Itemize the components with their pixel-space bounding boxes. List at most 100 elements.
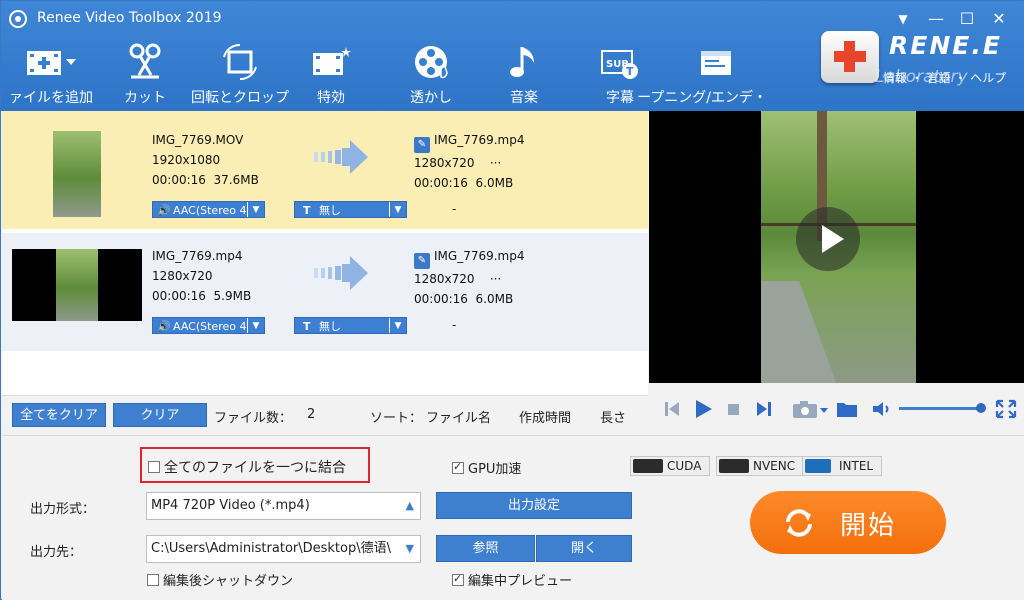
toolbar-add-file[interactable]: ァイルを追加 bbox=[1, 43, 101, 107]
close-button[interactable]: ✕ bbox=[985, 7, 1013, 31]
output-settings-button[interactable]: 出力設定 bbox=[436, 492, 632, 519]
refresh-icon bbox=[786, 509, 812, 537]
nvidia-icon bbox=[633, 459, 663, 473]
cuda-badge: CUDA bbox=[630, 456, 711, 476]
toolbar-watermark-label: 透かし bbox=[410, 90, 452, 106]
text-t-icon: T bbox=[303, 204, 311, 217]
volume-icon[interactable] bbox=[871, 399, 893, 419]
convert-arrow-icon bbox=[314, 256, 368, 290]
sort-by-name[interactable]: ファイル名 bbox=[426, 407, 491, 426]
fullscreen-icon[interactable] bbox=[995, 399, 1017, 419]
edit-output-icon[interactable]: ✎ bbox=[414, 137, 430, 153]
clear-button[interactable]: クリア bbox=[113, 403, 207, 427]
window-title: Renee Video Toolbox 2019 bbox=[37, 10, 222, 26]
extra-value: - bbox=[452, 202, 457, 216]
effects-film-icon bbox=[313, 47, 351, 75]
start-button[interactable]: 開始 bbox=[750, 491, 946, 554]
target-filename: IMG_7769.mp4 bbox=[434, 249, 525, 263]
text-t-icon: T bbox=[303, 320, 311, 333]
file-list: IMG_7769.MOV 1920x1080 00:00:16 37.6MB ✎… bbox=[2, 111, 648, 395]
chevron-down-icon: ▼ bbox=[247, 318, 264, 333]
toolbar-opening-ending-label: ープニング/エンデ・ bbox=[637, 90, 767, 106]
gpu-label: GPU加速 bbox=[468, 462, 522, 477]
file-count-value: 2 bbox=[307, 407, 316, 422]
play-overlay-icon[interactable] bbox=[796, 207, 860, 271]
play-icon[interactable] bbox=[693, 399, 713, 419]
volume-knob[interactable] bbox=[976, 403, 986, 413]
toolbar-music[interactable]: 音楽 bbox=[501, 43, 547, 107]
source-duration-size: 00:00:16 37.6MB bbox=[152, 173, 259, 187]
dropdown-menu-icon[interactable]: ▼ bbox=[889, 7, 917, 31]
sort-by-time[interactable]: 作成時間 bbox=[519, 407, 571, 426]
maximize-button[interactable]: ☐ bbox=[953, 7, 981, 31]
shutdown-checkbox[interactable]: 編集後シャットダウン bbox=[147, 570, 293, 589]
source-duration-size: 00:00:16 5.9MB bbox=[152, 289, 252, 303]
app-film-reel-icon bbox=[9, 10, 27, 28]
output-dest-label: 出力先： bbox=[30, 545, 83, 560]
crop-rotate-icon bbox=[223, 43, 257, 81]
shutdown-check-box[interactable] bbox=[147, 574, 159, 586]
file-row[interactable]: IMG_7769.mp4 1280x720 00:00:16 5.9MB ✎ IM… bbox=[2, 233, 648, 351]
toolbar-opening-ending[interactable]: ープニング/エンデ・ bbox=[635, 43, 767, 107]
opening-ending-icon bbox=[701, 51, 731, 75]
preview-checkbox[interactable]: 編集中プレビュー bbox=[452, 570, 572, 589]
edit-output-icon[interactable]: ✎ bbox=[414, 253, 430, 269]
minimize-button[interactable]: — bbox=[922, 7, 950, 31]
preview-check-box[interactable] bbox=[452, 572, 464, 586]
target-more-button[interactable]: ··· bbox=[490, 272, 501, 286]
merge-checkbox[interactable]: 全てのファイルを一つに結合 bbox=[148, 457, 346, 477]
audio-track-dropdown[interactable]: 🔊 AAC(Stereo 4 ▼ bbox=[152, 201, 265, 218]
stop-icon[interactable] bbox=[727, 399, 741, 419]
volume-slider[interactable] bbox=[899, 407, 981, 410]
toolbar-rotate-crop[interactable]: 回転とクロップ bbox=[187, 43, 293, 107]
target-duration-size: 00:00:16 6.0MB bbox=[414, 292, 514, 306]
svg-text:T: T bbox=[626, 65, 634, 78]
merge-check-box[interactable] bbox=[148, 461, 160, 473]
subtitle-dropdown[interactable]: T 無し ▼ bbox=[294, 317, 407, 334]
output-dest-select[interactable]: C:\Users\Administrator\Desktop\德语\ ▼ bbox=[146, 535, 421, 563]
toolbar-effects[interactable]: 特効 bbox=[309, 43, 353, 107]
folder-icon[interactable] bbox=[835, 399, 859, 419]
sort-by-length[interactable]: 長さ bbox=[600, 407, 626, 426]
list-toolbar: 全てをクリア クリア ファイル数： 2 ソート： ファイル名 作成時間 長さ bbox=[2, 395, 648, 435]
subtitle-value: 無し bbox=[319, 204, 341, 217]
skip-forward-icon[interactable] bbox=[755, 399, 773, 419]
file-row[interactable]: IMG_7769.MOV 1920x1080 00:00:16 37.6MB ✎… bbox=[2, 111, 648, 229]
subtitle-dropdown[interactable]: T 無し ▼ bbox=[294, 201, 407, 218]
audio-track-dropdown[interactable]: 🔊 AAC(Stereo 4 ▼ bbox=[152, 317, 265, 334]
extra-value: - bbox=[452, 318, 457, 332]
target-more-button[interactable]: ··· bbox=[490, 156, 501, 170]
skip-back-icon[interactable] bbox=[663, 399, 681, 419]
gpu-check-box[interactable] bbox=[452, 460, 464, 474]
video-preview[interactable] bbox=[649, 111, 1024, 383]
toolbar-cut[interactable]: カット bbox=[117, 43, 173, 107]
open-folder-button[interactable]: 開く bbox=[536, 535, 632, 562]
clear-all-button[interactable]: 全てをクリア bbox=[12, 403, 106, 427]
audio-track-value: AAC(Stereo 4 bbox=[173, 204, 247, 217]
browse-button[interactable]: 参照 bbox=[436, 535, 535, 562]
target-filename: IMG_7769.mp4 bbox=[434, 133, 525, 147]
convert-arrow-icon bbox=[314, 140, 368, 174]
scissors-icon bbox=[129, 43, 161, 79]
file-count-label: ファイル数： bbox=[214, 411, 293, 426]
chevron-down-icon: ▼ bbox=[247, 202, 264, 217]
source-resolution: 1920x1080 bbox=[152, 153, 221, 167]
speaker-icon: 🔊 bbox=[157, 204, 171, 217]
preview-label: 編集中プレビュー bbox=[468, 574, 573, 589]
toolbar-add-file-label: ァイルを追加 bbox=[9, 90, 93, 106]
watermark-reel-icon bbox=[415, 46, 448, 79]
speaker-icon: 🔊 bbox=[157, 320, 171, 333]
top-links[interactable]: 情報 ・ 言語 ・ ヘルプ bbox=[883, 69, 1006, 86]
music-note-icon bbox=[510, 47, 534, 77]
shutdown-label: 編集後シャットダウン bbox=[163, 574, 294, 589]
snapshot-camera-icon[interactable] bbox=[791, 399, 831, 419]
output-format-select[interactable]: MP4 720P Video (*.mp4) ▲ bbox=[146, 492, 421, 520]
toolbar-effects-label: 特効 bbox=[317, 90, 345, 106]
chevron-down-icon: ▼ bbox=[389, 318, 406, 333]
app-window: Renee Video Toolbox 2019 ▼ — ☐ ✕ ァイルを追加 bbox=[0, 0, 1024, 600]
gpu-checkbox[interactable]: GPU加速 bbox=[452, 458, 521, 477]
toolbar-watermark[interactable]: 透かし bbox=[403, 43, 459, 107]
sort-label: ソート： bbox=[370, 411, 423, 426]
target-duration-size: 00:00:16 6.0MB bbox=[414, 176, 514, 190]
intel-badge: INTEL bbox=[802, 456, 883, 476]
